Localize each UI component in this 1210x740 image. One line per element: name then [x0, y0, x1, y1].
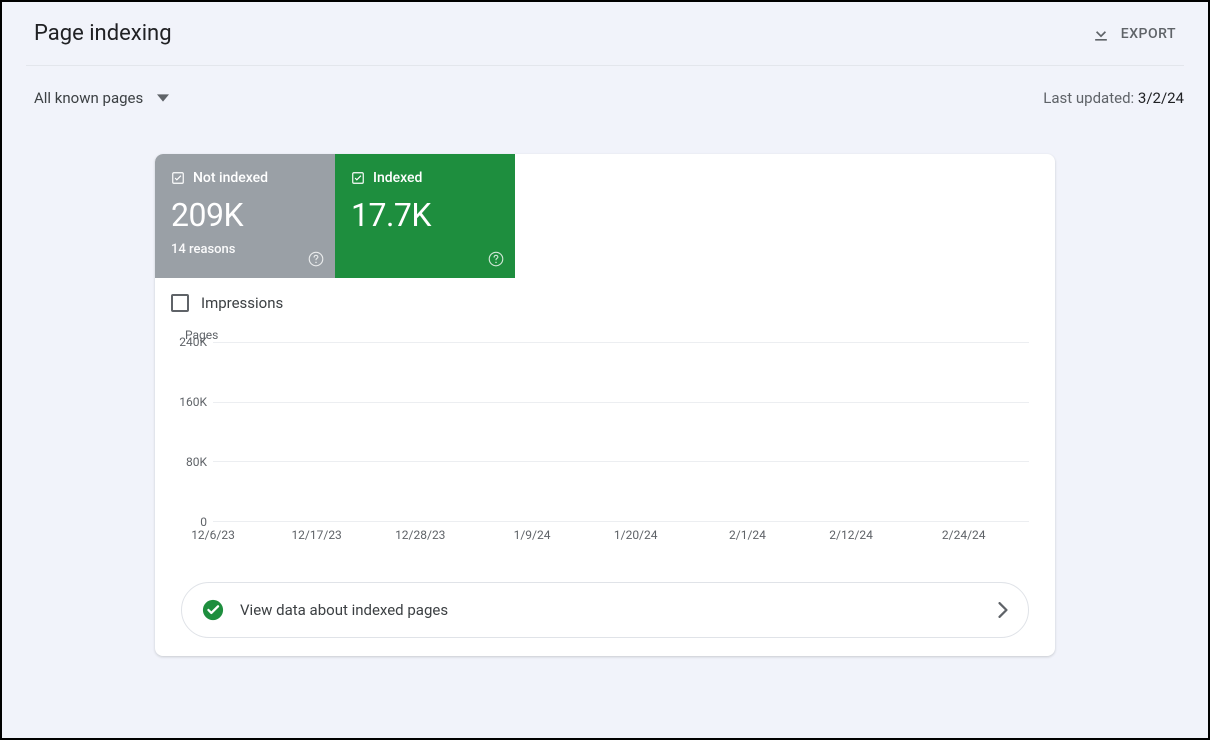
x-tick: 12/17/23	[291, 528, 341, 542]
checkbox-unchecked-icon	[171, 294, 189, 312]
y-tick: 160K	[179, 395, 207, 409]
chart-bars	[213, 342, 1029, 521]
tile-indexed[interactable]: Indexed 17.7K	[335, 154, 515, 278]
sub-header: All known pages Last updated: 3/2/24	[26, 70, 1184, 126]
tile-not-indexed-value: 209K	[171, 196, 319, 234]
summary-tiles: Not indexed 209K 14 reasons Indexed 17.7…	[155, 154, 1055, 278]
last-updated-date: 3/2/24	[1138, 89, 1184, 107]
y-axis-label: Pages	[185, 328, 1029, 342]
tile-not-indexed-label: Not indexed	[193, 170, 268, 186]
x-tick: 1/20/24	[614, 528, 658, 542]
tile-not-indexed-sub: 14 reasons	[171, 242, 319, 257]
last-updated: Last updated: 3/2/24	[1043, 89, 1184, 107]
y-tick: 80K	[186, 455, 207, 469]
check-circle-icon	[202, 599, 224, 621]
x-tick: 2/12/24	[829, 528, 873, 542]
y-tick: 0	[200, 515, 207, 529]
x-tick: 1/9/24	[514, 528, 551, 542]
x-tick: 2/1/24	[729, 528, 766, 542]
help-icon[interactable]	[487, 250, 505, 268]
indexing-card: Not indexed 209K 14 reasons Indexed 17.7…	[155, 154, 1055, 656]
x-axis: 12/6/2312/17/2312/28/231/9/241/20/242/1/…	[213, 528, 1029, 546]
impressions-toggle[interactable]: Impressions	[155, 278, 299, 320]
chevron-right-icon	[998, 602, 1008, 618]
download-icon	[1091, 24, 1111, 44]
y-tick: 240K	[179, 335, 207, 349]
impressions-label: Impressions	[201, 294, 283, 312]
page-title: Page indexing	[34, 21, 172, 46]
tile-not-indexed[interactable]: Not indexed 209K 14 reasons	[155, 154, 335, 278]
export-button[interactable]: EXPORT	[1091, 24, 1184, 44]
x-tick: 12/28/23	[395, 528, 445, 542]
help-icon[interactable]	[307, 250, 325, 268]
filter-label: All known pages	[34, 89, 143, 107]
x-tick: 12/6/23	[191, 528, 235, 542]
checkbox-checked-icon	[351, 171, 365, 185]
x-tick: 2/24/24	[942, 528, 986, 542]
chart-plot[interactable]	[213, 342, 1029, 522]
chevron-down-icon	[157, 92, 169, 104]
last-updated-prefix: Last updated:	[1043, 89, 1138, 107]
view-indexed-data-button[interactable]: View data about indexed pages	[181, 582, 1029, 638]
checkbox-checked-icon	[171, 171, 185, 185]
export-label: EXPORT	[1121, 26, 1176, 42]
filter-dropdown[interactable]: All known pages	[34, 89, 169, 107]
tile-indexed-label: Indexed	[373, 170, 422, 186]
header: Page indexing EXPORT	[26, 2, 1184, 66]
y-axis: 080K160K240K	[167, 342, 213, 522]
chart: Pages 0 80K 160K 240K 12/6/23 12/17/23 12/28/…	[155, 320, 1055, 546]
tile-indexed-value: 17.7K	[351, 196, 499, 234]
view-indexed-data-label: View data about indexed pages	[240, 601, 998, 619]
